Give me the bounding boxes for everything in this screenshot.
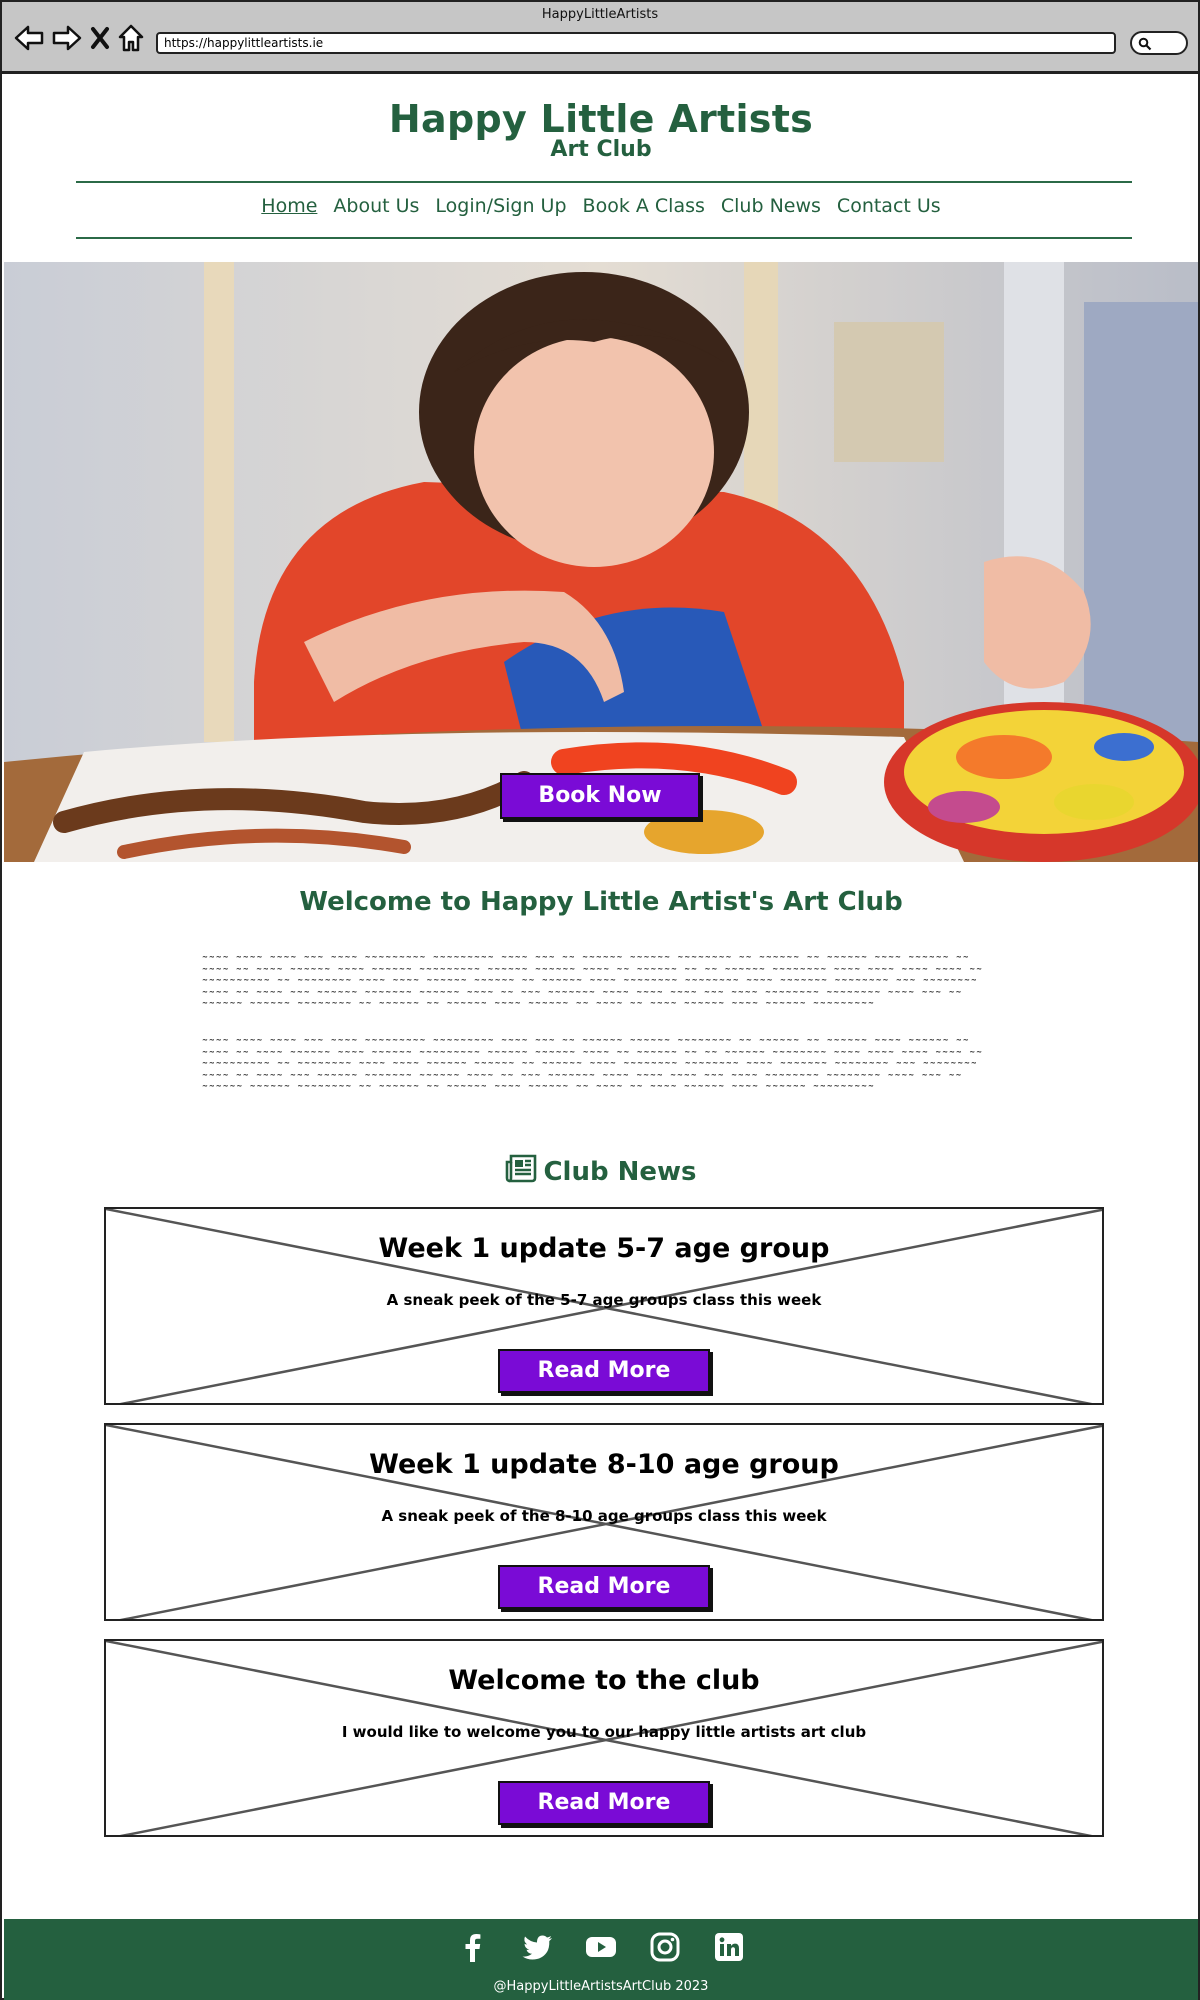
nav-bottom-divider [76,237,1132,239]
news-card-description: A sneak peek of the 8-10 age groups clas… [381,1507,827,1525]
browser-window: HappyLittleArtists https://happylittlear… [0,0,1200,2000]
news-card: Week 1 update 8-10 age group A sneak pee… [104,1423,1104,1621]
home-icon[interactable] [118,24,144,52]
club-news-title: Club News [543,1156,697,1187]
hero-image [4,262,1198,862]
news-card-title: Week 1 update 8-10 age group [369,1449,839,1480]
twitter-icon[interactable] [521,1931,553,1963]
forward-icon[interactable] [52,25,82,51]
youtube-icon[interactable] [585,1931,617,1963]
browser-nav-buttons [14,24,144,52]
nav-club-news[interactable]: Club News [721,195,821,217]
nav-about-us[interactable]: About Us [333,195,419,217]
nav-login-signup[interactable]: Login/Sign Up [435,195,566,217]
linkedin-icon[interactable] [713,1931,745,1963]
read-more-button[interactable]: Read More [498,1781,710,1825]
news-card-description: A sneak peek of the 5-7 age groups class… [386,1291,822,1309]
news-card-title: Week 1 update 5-7 age group [378,1233,830,1264]
book-now-button[interactable]: Book Now [500,773,700,819]
window-title: HappyLittleArtists [541,7,659,22]
social-links [4,1931,1198,1963]
instagram-icon[interactable] [649,1931,681,1963]
nav-contact-us[interactable]: Contact Us [837,195,941,217]
newspaper-icon [505,1153,537,1190]
nav-home[interactable]: Home [261,195,317,217]
news-card-description: I would like to welcome you to our happy… [341,1723,867,1741]
news-card: Welcome to the club I would like to welc… [104,1639,1104,1837]
browser-search-box[interactable] [1130,31,1188,55]
read-more-button[interactable]: Read More [498,1349,710,1393]
site-subtitle: Art Club [550,137,652,162]
site-title[interactable]: Happy Little Artists [4,97,1198,141]
url-bar[interactable]: https://happylittleartists.ie [156,32,1116,54]
nav-top-divider [76,181,1132,183]
news-card: Week 1 update 5-7 age group A sneak peek… [104,1207,1104,1405]
stop-icon[interactable] [90,26,110,50]
welcome-paragraph-2: ~~~~ ~~~~ ~~~~ ~~~ ~~~~ ~~~~~~~~~ ~~~~~~… [202,1036,983,1090]
back-icon[interactable] [14,25,44,51]
copyright-text: @HappyLittleArtistsArtClub 2023 [493,1979,709,1994]
welcome-paragraph-1: ~~~~ ~~~~ ~~~~ ~~~ ~~~~ ~~~~~~~~~ ~~~~~~… [202,953,983,1007]
browser-titlebar: HappyLittleArtists https://happylittlear… [2,2,1198,74]
nav-book-a-class[interactable]: Book A Class [583,195,705,217]
club-news-heading: Club News [4,1153,1198,1190]
news-card-title: Welcome to the club [448,1665,760,1696]
main-nav: Home About Us Login/Sign Up Book A Class… [4,195,1198,217]
site-footer: @HappyLittleArtistsArtClub 2023 [4,1919,1198,2000]
page-content: Happy Little Artists Art Club Home About… [4,77,1198,2000]
facebook-icon[interactable] [457,1931,489,1963]
hero-banner: Book Now [4,262,1198,862]
read-more-button[interactable]: Read More [498,1565,710,1609]
welcome-heading: Welcome to Happy Little Artist's Art Clu… [299,887,903,917]
